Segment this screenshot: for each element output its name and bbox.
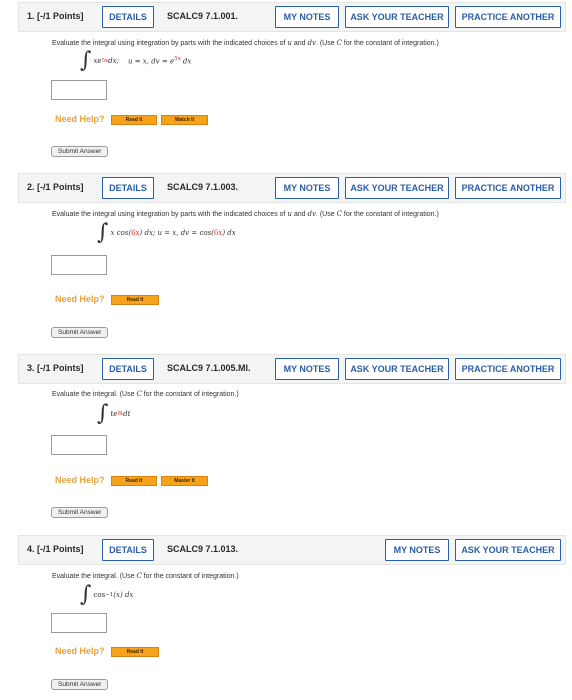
details-button[interactable]: DETAILS — [102, 6, 154, 28]
question-4-header: 4. [-/1 Points] DETAILS SCALC9 7.1.013. … — [18, 535, 566, 565]
question-code: SCALC9 7.1.013. — [167, 544, 239, 554]
ask-your-teacher-button[interactable]: ASK YOUR TEACHER — [455, 539, 561, 561]
submit-answer-button[interactable]: Submit Answer — [51, 507, 109, 518]
question-prompt: Evaluate the integral. (Use C for the co… — [52, 390, 239, 398]
question-number: 1. [-/1 Points] — [27, 11, 84, 21]
details-button[interactable]: DETAILS — [102, 177, 154, 199]
integral-sign: ∫ — [80, 48, 92, 73]
ask-your-teacher-button[interactable]: ASK YOUR TEACHER — [345, 6, 449, 28]
my-notes-button[interactable]: MY NOTES — [385, 539, 449, 561]
integral-expression: ∫ x cos(6x) dx; u = x, dv = cos(6x) dx — [97, 220, 236, 245]
read-it-button[interactable]: Read It — [111, 295, 159, 305]
watch-it-button[interactable]: Watch It — [161, 115, 208, 125]
answer-input[interactable] — [51, 613, 107, 633]
integral-expression: ∫ te 8t dt — [97, 401, 131, 426]
my-notes-button[interactable]: MY NOTES — [275, 6, 339, 28]
integral-sign: ∫ — [97, 401, 109, 426]
practice-another-button[interactable]: PRACTICE ANOTHER — [455, 358, 561, 380]
question-code: SCALC9 7.1.005.MI. — [167, 363, 251, 373]
need-help-label: Need Help? — [55, 114, 105, 124]
question-prompt: Evaluate the integral. (Use C for the co… — [52, 572, 239, 580]
answer-input[interactable] — [51, 435, 107, 455]
submit-answer-button[interactable]: Submit Answer — [51, 327, 109, 338]
question-3-header: 3. [-/1 Points] DETAILS SCALC9 7.1.005.M… — [18, 354, 566, 384]
question-1-header: 1. [-/1 Points] DETAILS SCALC9 7.1.001. … — [18, 2, 566, 32]
read-it-button[interactable]: Read It — [111, 115, 157, 125]
question-2-header: 2. [-/1 Points] DETAILS SCALC9 7.1.003. … — [18, 173, 566, 203]
question-number: 3. [-/1 Points] — [27, 363, 84, 373]
integral-sign: ∫ — [97, 220, 109, 245]
question-code: SCALC9 7.1.003. — [167, 182, 239, 192]
need-help-label: Need Help? — [55, 646, 105, 656]
integral-expression: ∫ xe 5x dx; u = x, dv = e5x dx — [80, 48, 192, 73]
need-help-label: Need Help? — [55, 294, 105, 304]
practice-another-button[interactable]: PRACTICE ANOTHER — [455, 6, 561, 28]
master-it-button[interactable]: Master It — [161, 476, 208, 486]
my-notes-button[interactable]: MY NOTES — [275, 177, 339, 199]
question-code: SCALC9 7.1.001. — [167, 11, 239, 21]
question-number: 4. [-/1 Points] — [27, 544, 84, 554]
answer-input[interactable] — [51, 255, 107, 275]
details-button[interactable]: DETAILS — [102, 539, 154, 561]
ask-your-teacher-button[interactable]: ASK YOUR TEACHER — [345, 358, 449, 380]
question-prompt: Evaluate the integral using integration … — [52, 210, 439, 218]
submit-answer-button[interactable]: Submit Answer — [51, 679, 109, 690]
ask-your-teacher-button[interactable]: ASK YOUR TEACHER — [345, 177, 449, 199]
question-prompt: Evaluate the integral using integration … — [52, 39, 439, 47]
submit-answer-button[interactable]: Submit Answer — [51, 146, 109, 157]
details-button[interactable]: DETAILS — [102, 358, 154, 380]
practice-another-button[interactable]: PRACTICE ANOTHER — [455, 177, 561, 199]
my-notes-button[interactable]: MY NOTES — [275, 358, 339, 380]
read-it-button[interactable]: Read It — [111, 647, 159, 657]
question-number: 2. [-/1 Points] — [27, 182, 84, 192]
answer-input[interactable] — [51, 80, 107, 100]
need-help-label: Need Help? — [55, 475, 105, 485]
integral-expression: ∫ cos −1 (x) dx — [80, 582, 134, 607]
read-it-button[interactable]: Read It — [111, 476, 157, 486]
integral-sign: ∫ — [80, 582, 92, 607]
